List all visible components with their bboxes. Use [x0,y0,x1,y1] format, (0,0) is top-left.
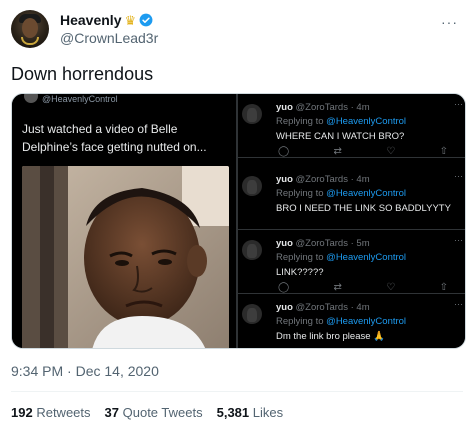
reply-more-icon[interactable]: ··· [454,99,463,109]
replying-prefix: Replying to [276,316,327,327]
retweets-count: 192 [11,405,33,420]
replying-prefix: Replying to [276,188,327,199]
quoted-handle: @HeavenlyControl [42,94,118,104]
reply-time: 4m [356,102,370,113]
tweet-stats: 192 Retweets 37 Quote Tweets 5,381 Likes [11,405,283,420]
more-options-icon[interactable]: ··· [441,14,458,30]
reply-more-icon[interactable]: ··· [454,235,463,245]
quoted-handle-row: @HeavenlyControl [24,94,118,104]
quotes-count: 37 [104,405,119,420]
quotes-stat[interactable]: 37 Quote Tweets [105,405,203,420]
retweets-label: Retweets [36,405,91,420]
quoted-avatar [24,94,38,103]
replying-prefix: Replying to [276,252,327,263]
reply-name: yuo [276,238,293,249]
likes-label: Likes [252,405,284,420]
reply-text: Dm the link bro please 🙏 [276,331,385,342]
reply-handle: @ZoroTards [295,102,348,113]
reply-name: yuo [276,302,293,313]
replying-to-link[interactable]: @HeavenlyControl [326,316,406,327]
retweets-stat[interactable]: 192 Retweets [11,405,91,420]
reply-text: WHERE CAN I WATCH BRO? [276,131,405,142]
author-name-row[interactable]: Heavenly ♛ [60,12,153,28]
reply-header: yuo @ZoroTards · 4m [276,302,370,313]
reply-replying-to: Replying to @HeavenlyControl [276,252,406,263]
reply-name: yuo [276,174,293,185]
share-icon[interactable]: ⇧ [440,282,448,293]
reply-replying-to: Replying to @HeavenlyControl [276,188,406,199]
crown-icon: ♛ [124,12,137,28]
like-icon[interactable]: ♡ [386,146,395,157]
reply-avatar [242,304,262,324]
reply-actions: ◯ ⇄ ♡ ⇧ [278,282,448,293]
reply-time: 4m [356,302,370,313]
likes-stat[interactable]: 5,381 Likes [217,405,284,420]
reply-name: yuo [276,102,293,113]
reply-replying-to: Replying to @HeavenlyControl [276,316,406,327]
kid-photo [22,166,229,348]
reply-more-icon[interactable]: ··· [454,171,463,181]
reply-avatar [242,104,262,124]
reply-item[interactable]: yuo @ZoroTards · 4m ··· Replying to @Hea… [238,94,465,158]
tweet-text: Down horrendous [11,64,154,84]
reply-header: yuo @ZoroTards · 4m [276,174,370,185]
retweet-icon[interactable]: ⇄ [334,146,342,157]
author-avatar[interactable] [11,10,49,48]
reply-icon[interactable]: ◯ [278,282,289,293]
reply-replying-to: Replying to @HeavenlyControl [276,116,406,127]
reply-item[interactable]: yuo @ZoroTards · 4m ··· Replying to @Hea… [238,294,465,348]
reply-item[interactable]: yuo @ZoroTards · 4m ··· Replying to @Hea… [238,166,465,230]
reply-actions: ◯ ⇄ ♡ ⇧ [278,146,448,157]
quotes-label: Quote Tweets [122,405,203,420]
reply-avatar [242,240,262,260]
quoted-caption: Just watched a video of Belle Delphine’s… [22,122,207,154]
reply-text: BRO I NEED THE LINK SO BADDLYYTY [276,203,451,214]
reply-more-icon[interactable]: ··· [454,299,463,309]
reply-text: LINK????? [276,267,324,278]
reply-handle: @ZoroTards [295,174,348,185]
tweet-media[interactable]: @HeavenlyControl Just watched a video of… [11,93,466,349]
kid-photo-illustration [22,166,229,348]
reply-handle: @ZoroTards [295,302,348,313]
likes-count: 5,381 [216,405,250,420]
retweet-icon[interactable]: ⇄ [334,282,342,293]
replying-to-link[interactable]: @HeavenlyControl [326,116,406,127]
tweet-timestamp[interactable]: 9:34 PM · Dec 14, 2020 [11,363,159,379]
reply-header: yuo @ZoroTards · 5m [276,238,370,249]
replying-prefix: Replying to [276,116,327,127]
reply-avatar [242,176,262,196]
avatar-face [22,18,38,38]
media-left-panel: @HeavenlyControl Just watched a video of… [12,94,236,348]
author-name[interactable]: Heavenly [60,12,121,28]
reply-item[interactable]: yuo @ZoroTards · 5m ··· Replying to @Hea… [238,230,465,294]
replying-to-link[interactable]: @HeavenlyControl [326,188,406,199]
divider [11,391,463,392]
reply-header: yuo @ZoroTards · 4m [276,102,370,113]
like-icon[interactable]: ♡ [386,282,395,293]
author-handle[interactable]: @CrownLead3r [60,30,158,46]
reply-icon[interactable]: ◯ [278,146,289,157]
verified-icon [139,13,153,27]
reply-time: 4m [356,174,370,185]
avatar-chain [21,37,39,45]
share-icon[interactable]: ⇧ [440,146,448,157]
replying-to-link[interactable]: @HeavenlyControl [326,252,406,263]
reply-time: 5m [356,238,370,249]
reply-handle: @ZoroTards [295,238,348,249]
